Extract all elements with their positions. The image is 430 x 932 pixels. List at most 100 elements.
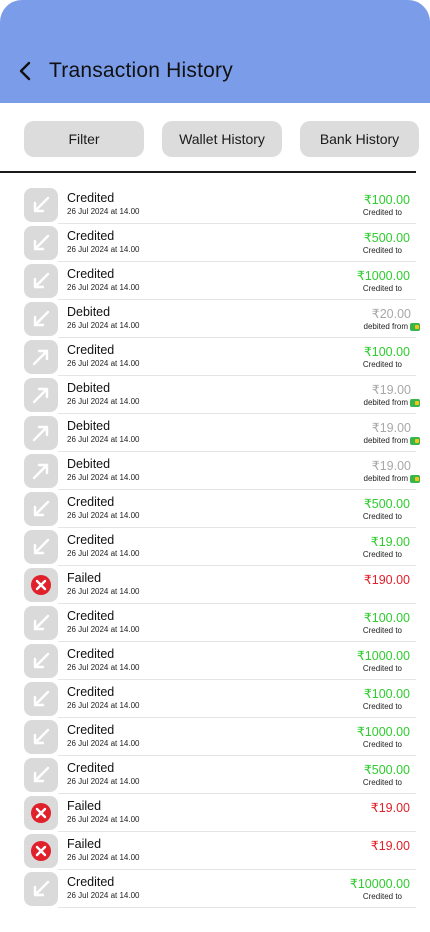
transaction-amount: ₹500.00 [363, 231, 410, 245]
transaction-row[interactable]: Credited 26 Jul 2024 at 14.00 ₹19.00 Credit… [0, 528, 430, 566]
arrow-up-right-icon [24, 416, 58, 450]
transaction-row[interactable]: Credited 26 Jul 2024 at 14.00 ₹100.00 Credi… [0, 186, 430, 224]
back-arrow-icon[interactable] [14, 58, 36, 84]
transaction-row[interactable]: Credited 26 Jul 2024 at 14.00 ₹10000.00 Cre… [0, 870, 430, 908]
arrow-down-left-icon [24, 188, 58, 222]
transaction-subtext-label: Credited to [362, 360, 402, 369]
transaction-status: Credited [67, 229, 115, 243]
transaction-row[interactable]: Credited 26 Jul 2024 at 14.00 ₹500.00 Credi… [0, 224, 430, 262]
transaction-status: Credited [67, 343, 115, 357]
failed-x-icon [24, 796, 58, 830]
transaction-amount: ₹1000.00 [356, 725, 410, 739]
transaction-amount: ₹19.00 [370, 801, 410, 815]
transaction-row[interactable]: Credited 26 Jul 2024 at 14.00 ₹500.00 Credi… [0, 490, 430, 528]
transaction-date: 26 Jul 2024 at 14.00 [67, 891, 140, 900]
transaction-row[interactable]: Debited 26 Jul 2024 at 14.00 ₹19.00 debited… [0, 376, 430, 414]
transaction-row[interactable]: Credited 26 Jul 2024 at 14.00 ₹1000.00 Cred… [0, 262, 430, 300]
wallet-icon [410, 436, 420, 445]
transaction-date: 26 Jul 2024 at 14.00 [67, 587, 140, 596]
transaction-amount: ₹500.00 [363, 763, 410, 777]
transaction-subtext: Credited to [363, 778, 402, 787]
transaction-amount: ₹190.00 [363, 573, 410, 587]
transaction-date: 26 Jul 2024 at 14.00 [67, 321, 140, 330]
arrow-up-right-icon [24, 454, 58, 488]
app-header: Transaction History [0, 0, 430, 103]
transaction-subtext: debited from [364, 436, 420, 445]
transaction-status: Failed [67, 837, 102, 851]
transaction-date: 26 Jul 2024 at 14.00 [67, 549, 140, 558]
arrow-down-left-icon [24, 302, 58, 336]
transaction-date: 26 Jul 2024 at 14.00 [67, 853, 140, 862]
transaction-row[interactable]: Failed 26 Jul 2024 at 14.00 ₹19.00 [0, 832, 430, 870]
transaction-amount: ₹1000.00 [356, 649, 410, 663]
transaction-status: Credited [67, 533, 115, 547]
transaction-subtext: Credited to [363, 740, 402, 749]
transaction-date: 26 Jul 2024 at 14.00 [67, 777, 140, 786]
arrow-down-left-icon [24, 264, 58, 298]
transaction-amount: ₹19.00 [371, 421, 411, 435]
transaction-row[interactable]: Credited 26 Jul 2024 at 14.00 ₹100.00 Credi… [0, 680, 430, 718]
wallet-history-button[interactable]: Wallet History [162, 121, 282, 157]
transaction-amount: ₹1000.00 [356, 269, 410, 283]
transaction-row[interactable]: Failed 26 Jul 2024 at 14.00 ₹190.00 [0, 566, 430, 604]
transaction-amount: ₹10000.00 [349, 877, 410, 891]
wallet-icon [410, 474, 420, 483]
transaction-status: Credited [67, 267, 115, 281]
transaction-subtext: Credited to [363, 702, 402, 711]
transaction-row[interactable]: Debited 26 Jul 2024 at 14.00 ₹19.00 debited… [0, 414, 430, 452]
transaction-status: Debited [67, 457, 111, 471]
transaction-status: Credited [67, 761, 115, 775]
transaction-subtext: debited from [364, 322, 420, 331]
transaction-subtext-label: Credited to [362, 778, 402, 787]
transaction-subtext-label: debited from [363, 436, 408, 445]
transaction-date: 26 Jul 2024 at 14.00 [67, 283, 140, 292]
arrow-down-left-icon [24, 682, 58, 716]
transaction-subtext-label: Credited to [362, 702, 402, 711]
transaction-list: Credited 26 Jul 2024 at 14.00 ₹100.00 Credi… [0, 186, 430, 908]
transaction-status: Failed [67, 571, 102, 585]
transaction-date: 26 Jul 2024 at 14.00 [67, 739, 140, 748]
transaction-row[interactable]: Credited 26 Jul 2024 at 14.00 ₹500.00 Credi… [0, 756, 430, 794]
transaction-status: Credited [67, 685, 115, 699]
transaction-subtext-label: Credited to [362, 208, 402, 217]
transaction-amount: ₹19.00 [371, 383, 411, 397]
transaction-row[interactable]: Failed 26 Jul 2024 at 14.00 ₹19.00 [0, 794, 430, 832]
transaction-row[interactable]: Debited 26 Jul 2024 at 14.00 ₹20.00 debited… [0, 300, 430, 338]
arrow-down-left-icon [24, 644, 58, 678]
arrow-down-left-icon [24, 720, 58, 754]
filter-button[interactable]: Filter [24, 121, 144, 157]
transaction-subtext-label: debited from [363, 474, 408, 483]
transaction-subtext: Credited to [363, 550, 402, 559]
transaction-row[interactable]: Credited 26 Jul 2024 at 14.00 ₹1000.00 Cred… [0, 718, 430, 756]
arrow-up-right-icon [24, 378, 58, 412]
transaction-amount: ₹100.00 [363, 611, 410, 625]
transaction-subtext: Credited to [363, 246, 402, 255]
transaction-subtext: Credited to [363, 626, 402, 635]
transaction-date: 26 Jul 2024 at 14.00 [67, 397, 140, 406]
transaction-subtext-label: Credited to [362, 740, 402, 749]
transaction-row[interactable]: Credited 26 Jul 2024 at 14.00 ₹100.00 Credi… [0, 604, 430, 642]
transaction-status: Credited [67, 495, 115, 509]
transaction-row[interactable]: Credited 26 Jul 2024 at 14.00 ₹100.00 Credi… [0, 338, 430, 376]
transaction-date: 26 Jul 2024 at 14.00 [67, 359, 140, 368]
transaction-amount: ₹19.00 [370, 535, 410, 549]
transaction-subtext: Credited to [363, 512, 402, 521]
transaction-subtext-label: Credited to [362, 550, 402, 559]
transaction-date: 26 Jul 2024 at 14.00 [67, 663, 140, 672]
transaction-status: Credited [67, 723, 115, 737]
transaction-amount: ₹100.00 [363, 193, 410, 207]
transaction-date: 26 Jul 2024 at 14.00 [67, 435, 140, 444]
transaction-row[interactable]: Credited 26 Jul 2024 at 14.00 ₹1000.00 Cred… [0, 642, 430, 680]
transaction-date: 26 Jul 2024 at 14.00 [67, 701, 140, 710]
transaction-subtext: debited from [364, 398, 420, 407]
transaction-subtext: Credited to [363, 284, 402, 293]
bank-history-button[interactable]: Bank History [300, 121, 419, 157]
transaction-subtext: Credited to [363, 664, 402, 673]
transaction-date: 26 Jul 2024 at 14.00 [67, 511, 140, 520]
transaction-subtext-label: debited from [363, 398, 408, 407]
transaction-row[interactable]: Debited 26 Jul 2024 at 14.00 ₹19.00 debited… [0, 452, 430, 490]
transaction-amount: ₹20.00 [371, 307, 411, 321]
transaction-date: 26 Jul 2024 at 14.00 [67, 815, 140, 824]
transaction-subtext-label: Credited to [362, 664, 402, 673]
transaction-date: 26 Jul 2024 at 14.00 [67, 625, 140, 634]
